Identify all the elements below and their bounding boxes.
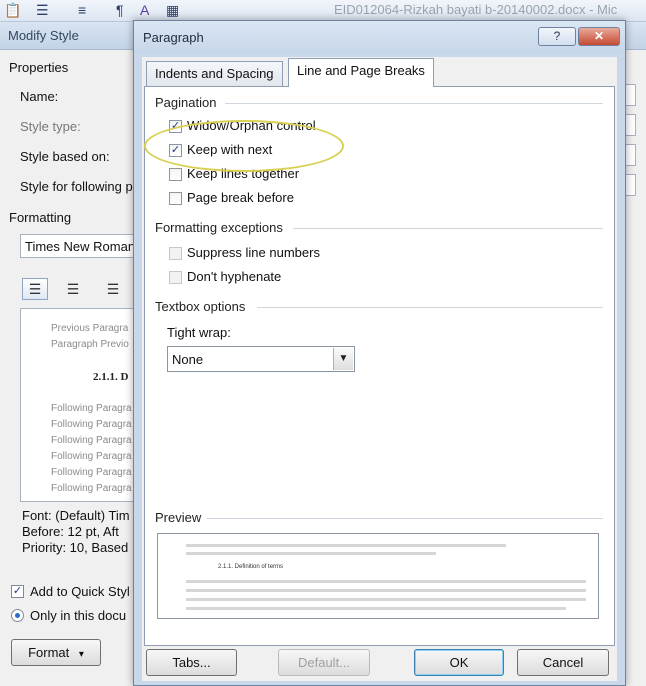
style-description-line: Before: 12 pt, Aft <box>22 524 119 539</box>
default-button[interactable]: Default... <box>278 649 370 676</box>
style-description-line: Font: (Default) Tim <box>22 508 130 523</box>
modify-style-title: Modify Style <box>8 28 79 43</box>
preview-sample-heading: 2.1.1. Definition of terms <box>218 564 284 570</box>
close-button[interactable]: ✕ <box>578 27 620 46</box>
align-left-button[interactable]: ☰ <box>22 278 48 300</box>
only-in-this-document-label: Only in this docu <box>30 608 127 623</box>
add-to-quick-style-checkbox[interactable]: ✓ <box>11 585 24 598</box>
tight-wrap-select[interactable]: None ▼ <box>167 346 355 372</box>
preview-following-line: Following Paragra <box>51 403 132 414</box>
tab-line-and-page-breaks[interactable]: Line and Page Breaks <box>288 58 434 87</box>
font-name-value: Times New Roman <box>25 239 136 254</box>
add-to-quick-style-label: Add to Quick Styl <box>30 584 130 599</box>
cancel-button[interactable]: Cancel <box>517 649 609 676</box>
bullets-icon[interactable]: ≡ <box>78 2 86 18</box>
preview-following-line: Following Paragra <box>51 467 132 478</box>
only-in-this-document-radio[interactable] <box>11 609 24 622</box>
textbox-options-divider <box>257 307 603 308</box>
tight-wrap-label: Tight wrap: <box>167 325 231 340</box>
name-label: Name: <box>20 89 59 104</box>
preview-previous-line: Previous Paragra <box>51 323 129 334</box>
ribbon-toolbar: 📋 ☰ ≡ ¶ A ▦ EID012064-Rizkah bayati b-20… <box>0 0 646 22</box>
format-button-label: Format <box>28 645 70 660</box>
paragraph-preview-pane: 2.1.1. Definition of terms <box>157 533 599 619</box>
tight-wrap-value: None <box>172 352 204 367</box>
preview-following-line: Following Paragra <box>51 435 132 446</box>
preview-text-line <box>186 552 436 555</box>
suppress-line-numbers-label: Suppress line numbers <box>187 245 320 260</box>
help-button[interactable]: ? <box>538 27 576 46</box>
formatting-exceptions-heading: Formatting exceptions <box>155 220 283 235</box>
style-based-on-label: Style based on: <box>20 149 110 164</box>
preview-heading: Preview <box>155 510 202 525</box>
properties-heading: Properties <box>9 60 69 75</box>
ok-button[interactable]: OK <box>414 649 504 676</box>
styles-icon[interactable]: A <box>140 2 149 18</box>
keep-lines-together-checkbox[interactable] <box>169 168 182 181</box>
format-button[interactable]: Format ▾ <box>11 639 101 666</box>
textbox-options-heading: Textbox options <box>155 299 246 314</box>
paragraph-dialog: Paragraph ? ✕ Indents and Spacing Line a… <box>133 20 626 686</box>
formatting-heading: Formatting <box>9 210 72 225</box>
pagination-heading: Pagination <box>155 95 217 110</box>
style-description-line: Priority: 10, Based <box>22 540 129 555</box>
pagination-divider <box>225 103 603 104</box>
align-center-button[interactable]: ☰ <box>60 278 86 300</box>
paragraph-dialog-title: Paragraph <box>143 30 204 45</box>
preview-heading: 2.1.1. D <box>93 371 129 383</box>
dropdown-arrow-icon[interactable]: ▼ <box>333 348 353 370</box>
preview-following-line: Following Paragra <box>51 451 132 462</box>
preview-previous-line: Paragraph Previo <box>51 339 129 350</box>
suppress-line-numbers-checkbox[interactable] <box>169 247 182 260</box>
format-dropdown-icon: ▾ <box>78 649 84 660</box>
dont-hyphenate-label: Don't hyphenate <box>187 269 282 284</box>
style-following-label: Style for following p <box>20 179 133 194</box>
preview-text-line <box>186 598 586 601</box>
pilcrow-icon[interactable]: ¶ <box>116 2 124 18</box>
page-break-before-label: Page break before <box>187 190 294 205</box>
document-title: EID012064-Rizkah bayati b-20140002.docx … <box>334 2 618 17</box>
tabs-button[interactable]: Tabs... <box>146 649 237 676</box>
preview-text-line <box>186 544 506 547</box>
paragraph-titlebar: Paragraph ? ✕ <box>134 21 625 53</box>
table-icon[interactable]: ▦ <box>166 2 179 18</box>
tab-indents-and-spacing[interactable]: Indents and Spacing <box>146 61 283 86</box>
formatting-exceptions-divider <box>293 228 603 229</box>
preview-text-line <box>186 589 586 592</box>
preview-divider <box>207 518 603 519</box>
paste-icon[interactable]: 📋 <box>4 2 21 18</box>
page-break-before-checkbox[interactable] <box>169 192 182 205</box>
style-preview-pane: Previous Paragra Paragraph Previo 2.1.1.… <box>20 308 140 502</box>
dont-hyphenate-checkbox[interactable] <box>169 271 182 284</box>
preview-following-line: Following Paragra <box>51 483 132 494</box>
align-right-button[interactable]: ☰ <box>100 278 126 300</box>
preview-text-line <box>186 607 566 610</box>
style-type-label: Style type: <box>20 119 81 134</box>
preview-text-line <box>186 580 586 583</box>
font-name-select[interactable]: Times New Roman <box>20 234 140 258</box>
numbering-icon[interactable]: ☰ <box>36 2 49 18</box>
preview-following-line: Following Paragra <box>51 419 132 430</box>
highlight-ellipse <box>144 120 344 172</box>
